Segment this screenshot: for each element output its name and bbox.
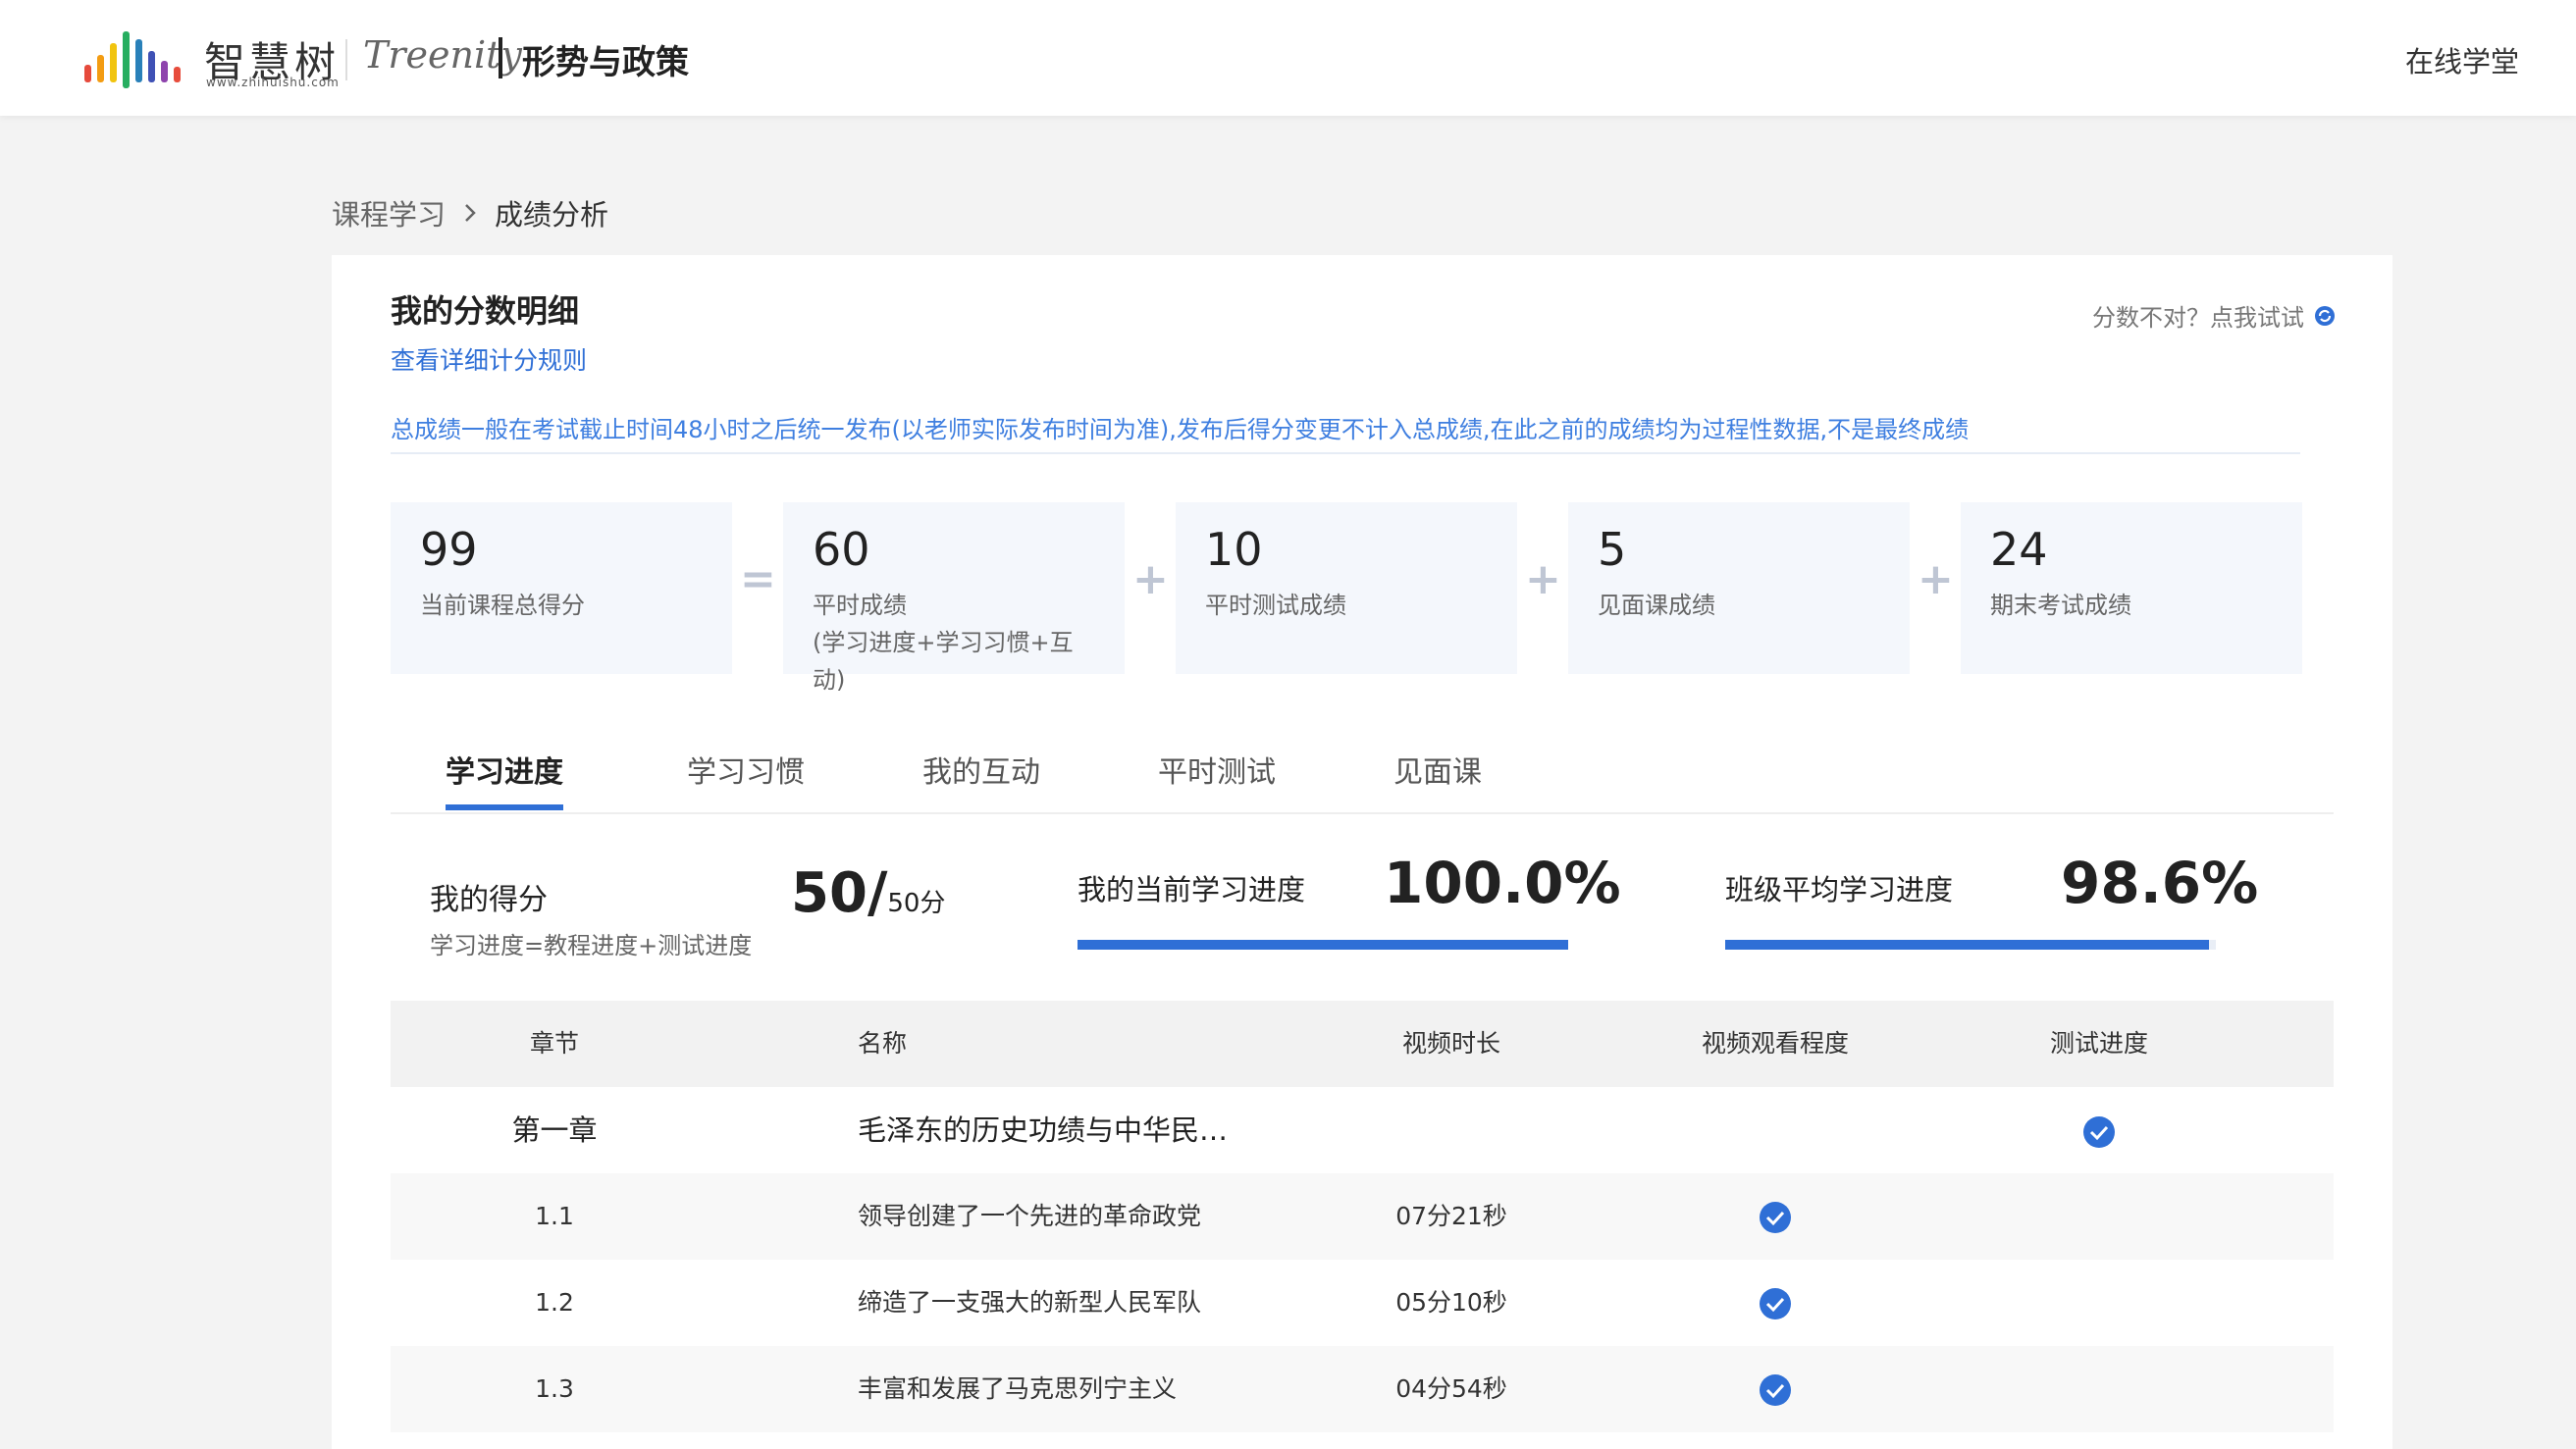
plus-operator: +: [1132, 554, 1169, 604]
check-circle-icon: [1760, 1288, 1791, 1320]
row-name: 缔造了一支强大的新型人民军队: [858, 1288, 1202, 1317]
breadcrumb: 课程学习 成绩分析: [332, 192, 608, 233]
my-progress-bar: [1078, 940, 1568, 950]
row-name: 丰富和发展了马克思列宁主义: [858, 1374, 1178, 1403]
row-chapter: 1.3: [535, 1374, 574, 1403]
row-watched: [1711, 1173, 1839, 1260]
check-circle-icon: [2083, 1116, 2115, 1148]
row-name: 领导创建了一个先进的革命政党: [858, 1202, 1202, 1230]
tab-my-interaction[interactable]: 我的互动: [922, 748, 1040, 804]
row-duration: 04分54秒: [1395, 1374, 1507, 1403]
row-duration: [1388, 1087, 1515, 1173]
score-label-main: 平时成绩: [813, 592, 907, 619]
row-duration: 05分10秒: [1395, 1288, 1507, 1317]
check-circle-icon: [1760, 1202, 1791, 1233]
course-title-divider: [499, 37, 502, 78]
score-box-regular: 60 平时成绩 (学习进度+学习习惯+互动): [783, 502, 1125, 694]
score-label: 平时测试成绩: [1205, 592, 1346, 619]
class-progress-value: 98.6%: [2061, 850, 2259, 916]
row-duration: 07分21秒: [1395, 1202, 1507, 1230]
score-box-total: 99 当前课程总得分: [391, 502, 732, 674]
class-progress-label: 班级平均学习进度: [1725, 873, 1954, 906]
score-label: 期末考试成绩: [1990, 592, 2131, 619]
row-test: [2035, 1173, 2163, 1260]
score-value: 5: [1598, 523, 1627, 576]
score-value: 99: [420, 523, 478, 576]
score-value: 60: [813, 523, 870, 576]
row-test: [2035, 1260, 2163, 1346]
course-title: 形势与政策: [522, 43, 689, 82]
chevron-right-icon: [465, 204, 476, 222]
tab-meeting-class[interactable]: 见面课: [1393, 748, 1482, 804]
breadcrumb-current: 成绩分析: [495, 198, 609, 232]
score-detail-card: 我的分数明细 查看详细计分规则 分数不对？点我试试 总成绩一般在考试截止时间48…: [332, 255, 2392, 1449]
table-header: 章节 名称 视频时长 视频观看程度 测试进度: [391, 1001, 2334, 1087]
score-box-final-exam: 24 期末考试成绩: [1961, 502, 2302, 674]
plus-operator: +: [1918, 554, 1954, 604]
tab-regular-tests[interactable]: 平时测试: [1158, 748, 1276, 804]
progress-table: 章节 名称 视频时长 视频观看程度 测试进度 第一章 毛泽东的历史功绩与中华民……: [391, 1001, 2334, 1432]
row-name: 毛泽东的历史功绩与中华民…: [858, 1113, 1229, 1147]
grade-release-notice: 总成绩一般在考试截止时间48小时之后统一发布(以老师实际发布时间为准),发布后得…: [391, 410, 2300, 454]
refresh-icon: [2315, 305, 2335, 326]
class-progress-bar: [1725, 940, 2216, 950]
my-score-value: 50/50分: [791, 861, 946, 925]
score-box-meeting: 5 见面课成绩: [1568, 502, 1910, 674]
score-value: 24: [1990, 523, 2048, 576]
scoring-rules-link[interactable]: 查看详细计分规则: [391, 341, 587, 377]
row-chapter: 第一章: [511, 1113, 598, 1147]
table-row[interactable]: 第一章 毛泽东的历史功绩与中华民…: [391, 1087, 2334, 1173]
equals-operator: =: [740, 554, 776, 604]
breadcrumb-course-study[interactable]: 课程学习: [332, 192, 446, 233]
header-duration: 视频时长: [1401, 1029, 1500, 1058]
score-box-regular-test: 10 平时测试成绩: [1176, 502, 1517, 674]
online-classroom-link[interactable]: 在线学堂: [2405, 39, 2519, 80]
my-score-total: 50分: [887, 889, 946, 918]
row-watched: [1711, 1087, 1839, 1173]
header-watched: 视频观看程度: [1701, 1029, 1849, 1058]
detail-tabs: 学习进度 学习习惯 我的互动 平时测试 见面课: [391, 736, 2334, 814]
plus-operator: +: [1525, 554, 1561, 604]
row-test: [2035, 1087, 2163, 1173]
zhihuishu-logo-icon[interactable]: [82, 26, 195, 92]
header-chapter: 章节: [529, 1029, 579, 1058]
table-row[interactable]: 1.2 缔造了一支强大的新型人民军队 05分10秒: [391, 1260, 2334, 1346]
page-title: 我的分数明细: [391, 292, 580, 330]
my-progress-fill: [1078, 940, 1568, 950]
logo-divider: [345, 39, 347, 80]
my-score-formula: 学习进度=教程进度+测试进度: [430, 932, 753, 959]
score-label: 当前课程总得分: [420, 592, 585, 619]
row-watched: [1711, 1260, 1839, 1346]
row-test: [2035, 1346, 2163, 1432]
score-retry-label: 分数不对？点我试试: [2092, 304, 2304, 332]
header-test-progress: 测试进度: [2049, 1029, 2148, 1058]
check-circle-icon: [1760, 1374, 1791, 1406]
score-label-sub: (学习进度+学习习惯+互动): [813, 629, 1074, 694]
row-chapter: 1.1: [535, 1202, 574, 1230]
table-row[interactable]: 1.1 领导创建了一个先进的革命政党 07分21秒: [391, 1173, 2334, 1260]
top-bar: 智慧树 www.zhihuishu.com Treenity 形势与政策 在线学…: [0, 0, 2576, 116]
header-name: 名称: [858, 1029, 908, 1058]
my-score-number: 50: [791, 861, 867, 925]
row-chapter: 1.2: [535, 1288, 574, 1317]
score-value: 10: [1205, 523, 1263, 576]
tab-study-habits[interactable]: 学习习惯: [687, 748, 805, 804]
class-progress-fill: [1725, 940, 2209, 950]
my-score-label: 我的得分: [430, 883, 548, 917]
logo-url: www.zhihuishu.com: [206, 76, 340, 89]
score-label: 平时成绩 (学习进度+学习习惯+互动): [813, 587, 1095, 699]
my-progress-value: 100.0%: [1384, 850, 1621, 916]
my-progress-label: 我的当前学习进度: [1078, 873, 1306, 906]
row-watched: [1711, 1346, 1839, 1432]
score-retry-link[interactable]: 分数不对？点我试试: [2092, 298, 2336, 333]
tab-study-progress[interactable]: 学习进度: [446, 748, 563, 810]
table-row[interactable]: 1.3 丰富和发展了马克思列宁主义 04分54秒: [391, 1346, 2334, 1432]
score-label: 见面课成绩: [1598, 592, 1715, 619]
